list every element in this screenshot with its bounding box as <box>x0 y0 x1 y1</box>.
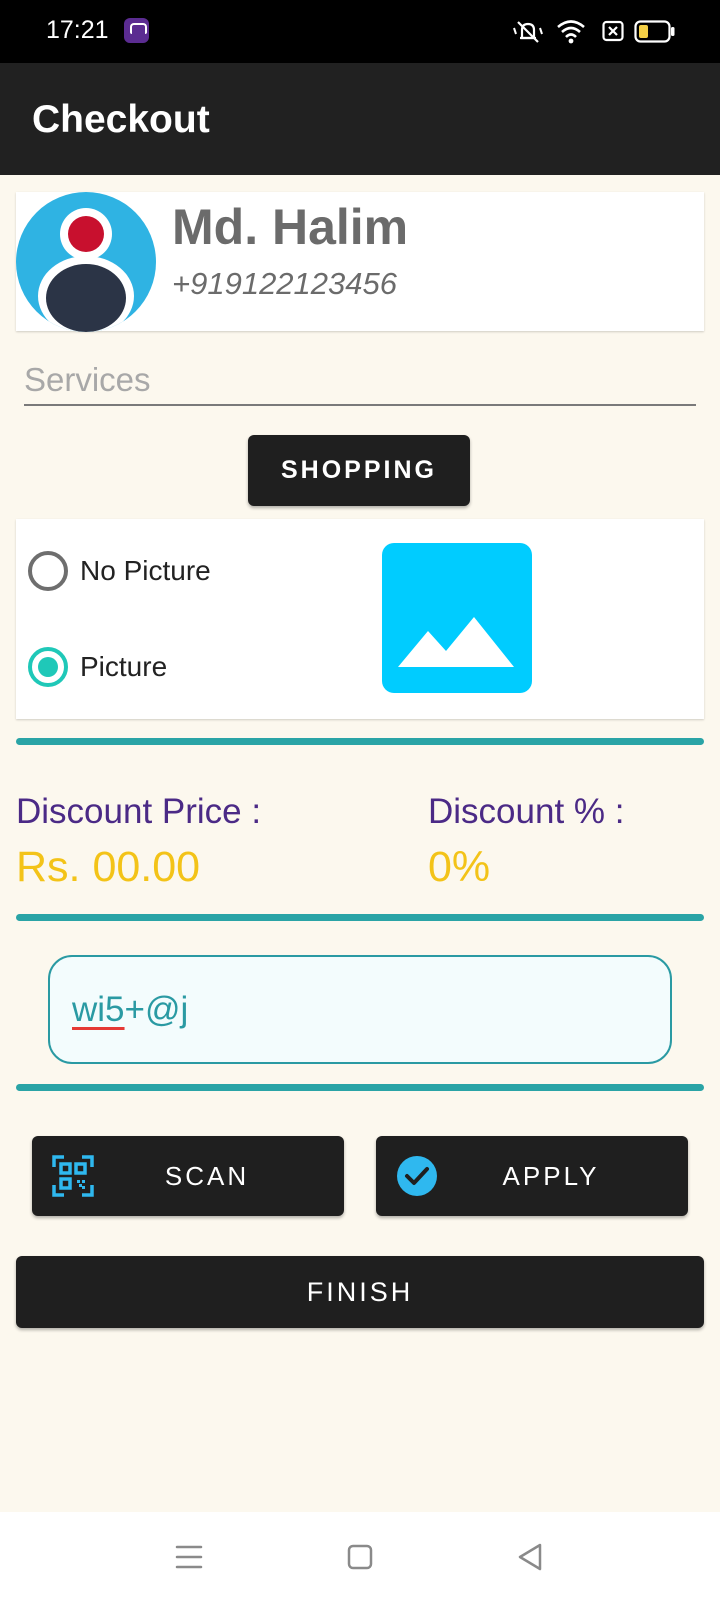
discount-percent-value: 0% <box>428 843 491 891</box>
app-notification-icon <box>124 18 149 43</box>
battery-low-icon <box>634 20 675 43</box>
vibrate-mute-icon <box>513 21 543 43</box>
page-title: Checkout <box>32 98 210 141</box>
image-placeholder-icon[interactable] <box>382 543 532 693</box>
back-icon[interactable] <box>514 1540 548 1574</box>
picture-label[interactable]: Picture <box>80 651 167 683</box>
no-picture-label[interactable]: No Picture <box>80 555 211 587</box>
coupon-value-rest: +@j <box>124 990 189 1029</box>
menu-icon[interactable] <box>172 1540 206 1574</box>
status-time: 17:21 <box>46 16 109 44</box>
services-input[interactable] <box>24 356 696 406</box>
check-circle-icon <box>397 1156 437 1196</box>
user-name: Md. Halim <box>172 199 409 255</box>
wifi-icon <box>557 20 585 44</box>
apply-button[interactable]: APPLY <box>376 1136 688 1216</box>
coupon-value-spellcheck: wi5 <box>72 990 125 1029</box>
finish-button[interactable]: FINISH <box>16 1256 704 1328</box>
home-icon[interactable] <box>343 1540 377 1574</box>
sim-x-icon <box>602 20 624 42</box>
discount-price-value: Rs. 00.00 <box>16 843 201 891</box>
picture-radio[interactable] <box>28 647 68 687</box>
user-avatar-icon <box>16 192 156 332</box>
qr-scan-icon <box>52 1155 94 1197</box>
shopping-button[interactable]: SHOPPING <box>248 435 470 506</box>
divider <box>16 1084 704 1091</box>
scan-label: SCAN <box>164 1160 250 1191</box>
apply-label: APPLY <box>502 1160 600 1191</box>
divider <box>16 738 704 745</box>
discount-price-label: Discount Price : <box>16 792 262 831</box>
divider <box>16 914 704 921</box>
discount-percent-label: Discount % : <box>428 792 625 831</box>
scan-button[interactable]: SCAN <box>32 1136 344 1216</box>
coupon-value[interactable]: wi5+@j <box>72 990 188 1030</box>
picture-options-card <box>16 519 704 719</box>
no-picture-radio[interactable] <box>28 551 68 591</box>
user-phone: +919122123456 <box>172 266 397 301</box>
